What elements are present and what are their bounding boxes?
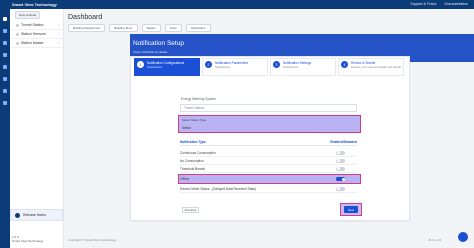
- sidebar-header: New Institute: [10, 9, 63, 21]
- step-settings[interactable]: 3 Notification Settings Notifications: [270, 58, 336, 76]
- sidebar-bottom: v 5.0 Smart View Technology: [12, 235, 43, 243]
- row-label: Electric Meter Status - (Delayed Data Re…: [180, 186, 257, 191]
- step-subtitle: Notifications: [215, 65, 231, 69]
- table-row: Threshold Breach: [180, 165, 357, 173]
- col-notification-type: Notification Type: [180, 140, 206, 144]
- chat-icon[interactable]: [458, 232, 468, 242]
- banner-title: Notification Setup: [133, 40, 184, 47]
- next-button[interactable]: Next: [344, 206, 358, 213]
- step-subtitle: Review your selected details and submit: [351, 65, 401, 69]
- footer-version: v5.0 1.2.5: [428, 238, 442, 242]
- station-name-input[interactable]: Tunnel Station: [180, 104, 357, 112]
- table-row: Electric Meter Status - (Delayed Data Re…: [180, 185, 357, 193]
- filter-notification[interactable]: Notification: [185, 24, 211, 32]
- release-notes-label: Release Notes: [23, 213, 46, 217]
- notification-table-header: Notification Type Enabled/Disabled: [180, 140, 357, 146]
- chevron-right-icon: ›: [57, 32, 59, 36]
- step-number: 3: [273, 61, 280, 68]
- chart-icon[interactable]: [3, 41, 7, 45]
- filter-zone[interactable]: Zone: [164, 24, 182, 32]
- footer-copyright: Copyright © Smart View Technology: [68, 238, 116, 242]
- app-title: Smart View Technology: [12, 2, 57, 7]
- sidebar-item-tunnel-station[interactable]: Tunnel Station ›: [10, 21, 63, 30]
- toggle-switch[interactable]: [336, 158, 345, 163]
- user-menu[interactable]: Support & Fintox: [410, 2, 436, 6]
- row-label: Continuous Consumption: [180, 150, 216, 155]
- list-icon[interactable]: [3, 29, 7, 33]
- step-subtitle: Notifications: [147, 65, 163, 69]
- table-row: No Consumption: [180, 157, 357, 165]
- meter-type-value[interactable]: Select: [182, 126, 191, 130]
- user-icon[interactable]: [3, 77, 7, 81]
- row-label: Threshold Breach: [180, 166, 206, 171]
- toggle-switch[interactable]: [336, 177, 345, 181]
- info-icon: [15, 212, 20, 218]
- org-label: Smart View Technology: [12, 239, 44, 243]
- chevron-right-icon: ›: [57, 23, 59, 27]
- meter-type-label: Select Meter Type: [182, 118, 207, 122]
- report-icon[interactable]: [3, 89, 7, 93]
- release-notes-link[interactable]: Release Notes: [10, 209, 63, 221]
- folder-icon: [16, 23, 19, 27]
- row-label: No Consumption: [180, 158, 204, 163]
- top-bar: [0, 0, 474, 9]
- sidebar-item-station-master[interactable]: Station Master ›: [10, 39, 63, 48]
- step-review[interactable]: 4 Review & Submit Review your selected de…: [338, 58, 404, 76]
- top-right-menu: Support & Fintox Documentation: [410, 2, 468, 6]
- sidebar-item-label: Station Master: [21, 41, 44, 45]
- toggle-switch[interactable]: [336, 150, 345, 155]
- banner-subtitle: Setup Notifications details: [133, 50, 168, 54]
- setup-card: [130, 56, 410, 221]
- table-row: Continuous Consumption: [180, 149, 357, 157]
- previous-button[interactable]: Previous: [182, 207, 199, 213]
- step-subtitle: Notifications: [283, 65, 299, 69]
- bell-icon[interactable]: [3, 53, 7, 57]
- toggle-switch[interactable]: [336, 166, 345, 171]
- step-parameters[interactable]: 2 Notification Parameters Notifications: [202, 58, 268, 76]
- filter-station[interactable]: Station: [141, 24, 161, 32]
- toggle-switch[interactable]: [336, 186, 345, 191]
- page-title: Dashboard: [68, 14, 103, 21]
- docs-link[interactable]: Documentation: [444, 2, 468, 6]
- filter-toolbar: Building Department Building Floor Stati…: [68, 24, 211, 32]
- share-icon[interactable]: [3, 101, 7, 105]
- filter-building-floor[interactable]: Building Floor: [109, 24, 138, 32]
- sidebar-item-label: Station Sensors: [21, 32, 46, 36]
- sidebar-item-station-sensors[interactable]: Station Sensors ›: [10, 30, 63, 39]
- dashboard-icon[interactable]: [3, 17, 7, 21]
- col-enabled: Enabled/Disabled: [330, 140, 357, 144]
- folder-icon: [16, 41, 19, 45]
- stepper: 1 Notification Configurations Notificatio…: [134, 58, 404, 76]
- table-row: Offline: [180, 175, 357, 183]
- folder-icon: [16, 32, 19, 36]
- sidebar-item-label: Tunnel Station: [21, 23, 44, 27]
- step-number: 4: [341, 61, 348, 68]
- chevron-right-icon: ›: [57, 41, 59, 45]
- row-label: Offline: [180, 177, 190, 181]
- new-institute-button[interactable]: New Institute: [15, 11, 41, 19]
- step-number: 2: [205, 61, 212, 68]
- icon-rail: [0, 9, 10, 248]
- filter-building-department[interactable]: Building Department: [68, 24, 106, 32]
- step-number: 1: [137, 61, 144, 68]
- step-configurations[interactable]: 1 Notification Configurations Notificatio…: [134, 58, 200, 76]
- meter-system-label: Energy Metering System: [181, 97, 216, 101]
- settings-icon[interactable]: [3, 65, 7, 69]
